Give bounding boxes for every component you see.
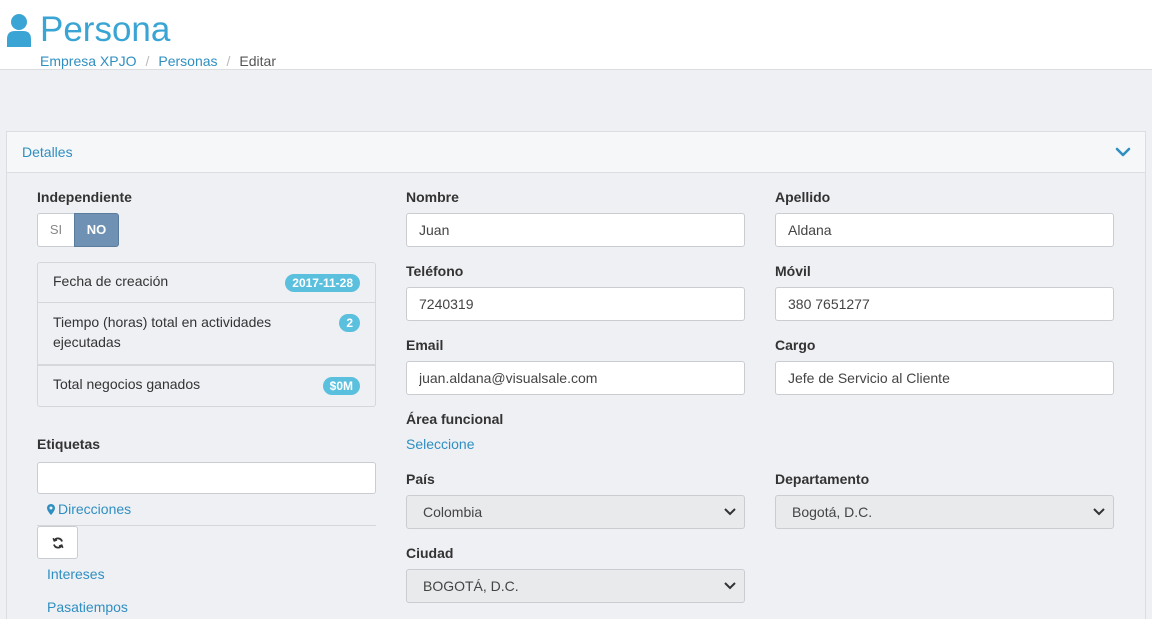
email-input[interactable] [406,361,745,395]
intereses-link[interactable]: Intereses [47,566,105,582]
ciudad-value: BOGOTÁ, D.C. [423,578,519,594]
area-funcional-label: Área funcional [406,411,504,427]
money-badge: $0M [322,377,360,395]
etiquetas-input[interactable] [37,462,376,494]
breadcrumb-current: Editar [239,53,276,69]
apellido-input[interactable] [775,213,1114,247]
nombre-label: Nombre [406,189,459,205]
departamento-label: Departamento [775,471,870,487]
direcciones-label: Direcciones [58,501,132,517]
area-funcional-select-link[interactable]: Seleccione [406,436,475,452]
pais-value: Colombia [423,504,483,520]
telefono-label: Teléfono [406,263,464,279]
departamento-value: Bogotá, D.C. [792,504,873,520]
breadcrumb-separator: / [226,53,231,69]
toggle-no-button[interactable]: NO [74,213,119,247]
direcciones-link[interactable]: Direcciones [47,501,131,517]
departamento-select[interactable]: Bogotá, D.C. [775,495,1114,529]
nombre-input[interactable] [406,213,745,247]
independiente-toggle: SI NO [37,213,119,247]
toggle-si-button[interactable]: SI [37,213,74,247]
apellido-label: Apellido [775,189,831,205]
stat-negocios-ganados: Total negocios ganados $0M [37,365,376,407]
page-title: Persona [40,10,171,49]
user-icon [7,14,31,47]
stat-tiempo-total: Tiempo (horas) total en actividades ejec… [37,303,376,365]
title-row: Persona [6,10,170,50]
breadcrumb: Empresa XPJO / Personas / Editar [40,53,276,69]
pais-select[interactable]: Colombia [406,495,745,529]
telefono-input[interactable] [406,287,745,321]
pais-label: País [406,471,435,487]
stat-label: Total negocios ganados [53,376,201,392]
map-marker-icon [47,503,55,515]
breadcrumb-company[interactable]: Empresa XPJO [40,53,136,69]
email-label: Email [406,337,444,353]
panel-title[interactable]: Detalles [22,144,73,160]
stat-label: Fecha de creación [53,273,169,289]
cargo-label: Cargo [775,337,816,353]
panel-header[interactable]: Detalles [7,132,1145,173]
caret-down-icon [1093,508,1105,516]
ciudad-label: Ciudad [406,545,454,561]
stat-label: Tiempo (horas) total en actividades ejec… [53,314,272,350]
hours-badge: 2 [339,314,360,332]
ciudad-select[interactable]: BOGOTÁ, D.C. [406,569,745,603]
chevron-down-icon[interactable] [1115,144,1131,160]
refresh-icon [51,537,64,548]
refresh-button[interactable] [37,526,78,559]
movil-input[interactable] [775,287,1114,321]
independiente-label: Independiente [37,189,132,205]
stats-list: Fecha de creación 2017-11-28 Tiempo (hor… [37,262,376,407]
pasatiempos-link[interactable]: Pasatiempos [47,599,128,615]
page-header: Persona Empresa XPJO / Personas / Editar [0,0,1152,70]
date-badge: 2017-11-28 [285,274,360,292]
divider [37,525,376,526]
breadcrumb-separator: / [145,53,150,69]
cargo-input[interactable] [775,361,1114,395]
caret-down-icon [724,582,736,590]
movil-label: Móvil [775,263,811,279]
etiquetas-label: Etiquetas [37,436,101,452]
breadcrumb-personas[interactable]: Personas [158,53,217,69]
stat-fecha-creacion: Fecha de creación 2017-11-28 [37,262,376,303]
caret-down-icon [724,508,736,516]
